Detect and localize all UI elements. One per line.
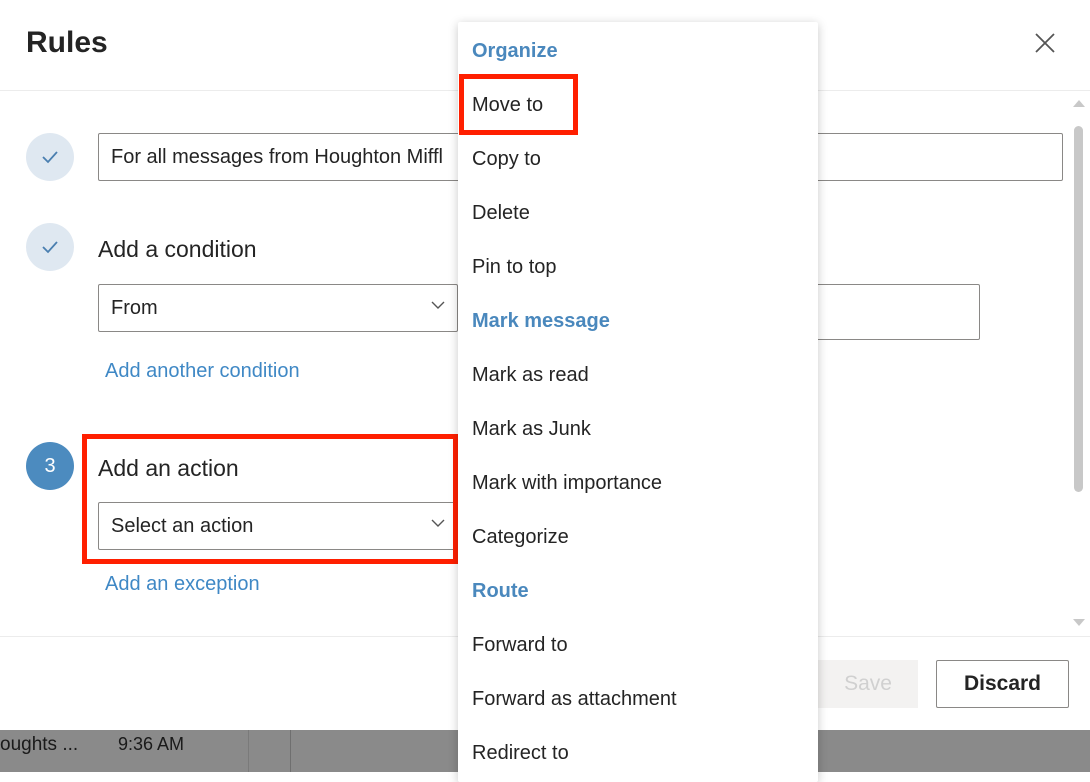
checkmark-icon — [42, 151, 58, 164]
menu-item-delete[interactable]: Delete — [472, 202, 530, 225]
menu-item-redirect-to[interactable]: Redirect to — [472, 742, 569, 765]
save-button[interactable]: Save — [818, 660, 918, 708]
condition-selected-value: From — [111, 296, 158, 319]
rule-name-value: For all messages from Houghton Miffl — [111, 145, 443, 168]
menu-item-copy-to[interactable]: Copy to — [472, 148, 541, 171]
checkmark-icon — [42, 241, 58, 254]
menu-group-header-organize: Organize — [472, 40, 558, 62]
step-number: 3 — [44, 454, 56, 477]
discard-button[interactable]: Discard — [936, 660, 1069, 708]
menu-item-forward-as-attachment[interactable]: Forward as attachment — [472, 688, 677, 711]
divider — [248, 730, 249, 772]
step-1-complete — [26, 133, 74, 181]
divider — [290, 730, 291, 772]
scroll-down-arrow[interactable] — [1073, 619, 1085, 626]
scrollbar-thumb[interactable] — [1074, 126, 1083, 492]
action-dropdown-menu: Organize Move to Copy to Delete Pin to t… — [458, 22, 818, 782]
move-to-highlight-box — [459, 74, 578, 135]
condition-value-input[interactable] — [800, 284, 980, 340]
chevron-down-icon — [431, 301, 445, 309]
menu-item-categorize[interactable]: Categorize — [472, 526, 569, 549]
menu-item-mark-as-junk[interactable]: Mark as Junk — [472, 418, 591, 441]
step-2-complete — [26, 223, 74, 271]
background-message-time: 9:36 AM — [118, 734, 185, 754]
dialog-title: Rules — [26, 26, 108, 59]
menu-item-mark-with-importance[interactable]: Mark with importance — [472, 472, 662, 495]
close-icon[interactable] — [1030, 28, 1060, 58]
action-highlight-box — [82, 434, 458, 564]
condition-select[interactable]: From — [98, 284, 458, 332]
menu-item-mark-as-read[interactable]: Mark as read — [472, 364, 589, 387]
menu-group-header-route: Route — [472, 580, 529, 602]
condition-label: Add a condition — [98, 236, 257, 262]
background-message-preview: oughts ... — [0, 734, 79, 755]
menu-item-forward-to[interactable]: Forward to — [472, 634, 568, 657]
menu-item-pin-to-top[interactable]: Pin to top — [472, 256, 557, 279]
menu-group-header-mark-message: Mark message — [472, 310, 610, 332]
add-another-condition-link[interactable]: Add another condition — [105, 360, 300, 383]
scroll-up-arrow[interactable] — [1073, 100, 1085, 107]
add-exception-link[interactable]: Add an exception — [105, 573, 260, 596]
step-3-active: 3 — [26, 442, 74, 490]
